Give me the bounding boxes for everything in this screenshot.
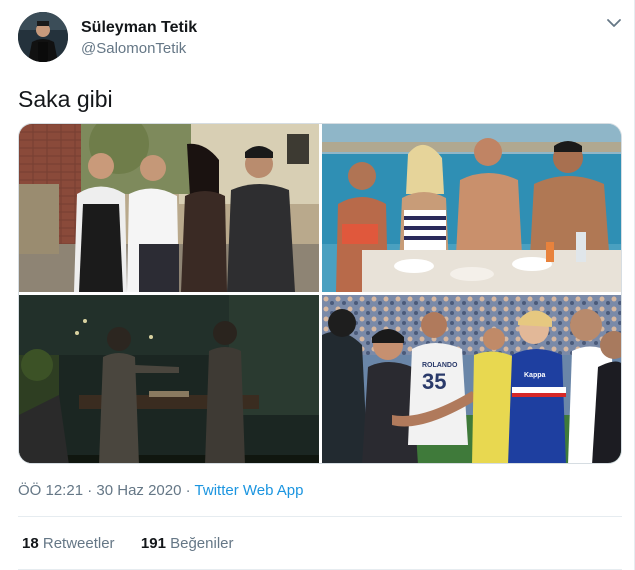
likes-link[interactable]: 191 Beğeniler [141, 535, 234, 552]
likes-count: 191 [140, 535, 166, 552]
tweet-source-link[interactable]: Twitter Web App [195, 482, 304, 499]
photo-2[interactable] [322, 124, 621, 292]
author-handle[interactable]: @SalomonTetik [81, 40, 186, 57]
author-name[interactable]: Süleyman Tetik [81, 19, 197, 37]
meta-separator: · [83, 482, 97, 499]
tweet-stats: 18 Retweetler 191 Beğeniler [22, 535, 234, 552]
jersey-number: 35 [422, 369, 446, 394]
kit-brand: Kappa [524, 372, 546, 379]
photo-1[interactable] [19, 124, 319, 292]
avatar-image [18, 12, 68, 62]
avatar[interactable] [18, 12, 68, 62]
photo-4[interactable]: ROLANDO 35 Kappa [322, 295, 621, 463]
retweets-count: 18 [22, 535, 39, 552]
retweets-label: Retweetler [42, 535, 115, 552]
likes-label: Beğeniler [170, 535, 234, 552]
chevron-down-icon[interactable] [606, 16, 622, 30]
retweets-link[interactable]: 18 Retweetler [22, 535, 115, 552]
meta-separator: · [181, 482, 195, 499]
tweet-time[interactable]: ÖÖ 12:21 [18, 482, 83, 499]
photo-3[interactable] [19, 295, 319, 463]
tweet-meta: ÖÖ 12:21 · 30 Haz 2020 · Twitter Web App [18, 482, 303, 499]
tweet-date[interactable]: 30 Haz 2020 [96, 482, 181, 499]
divider [18, 516, 622, 517]
jersey-name: ROLANDO [422, 362, 458, 369]
photo-grid: ROLANDO 35 Kappa [18, 123, 622, 464]
tweet-text: Saka gibi [18, 86, 113, 112]
